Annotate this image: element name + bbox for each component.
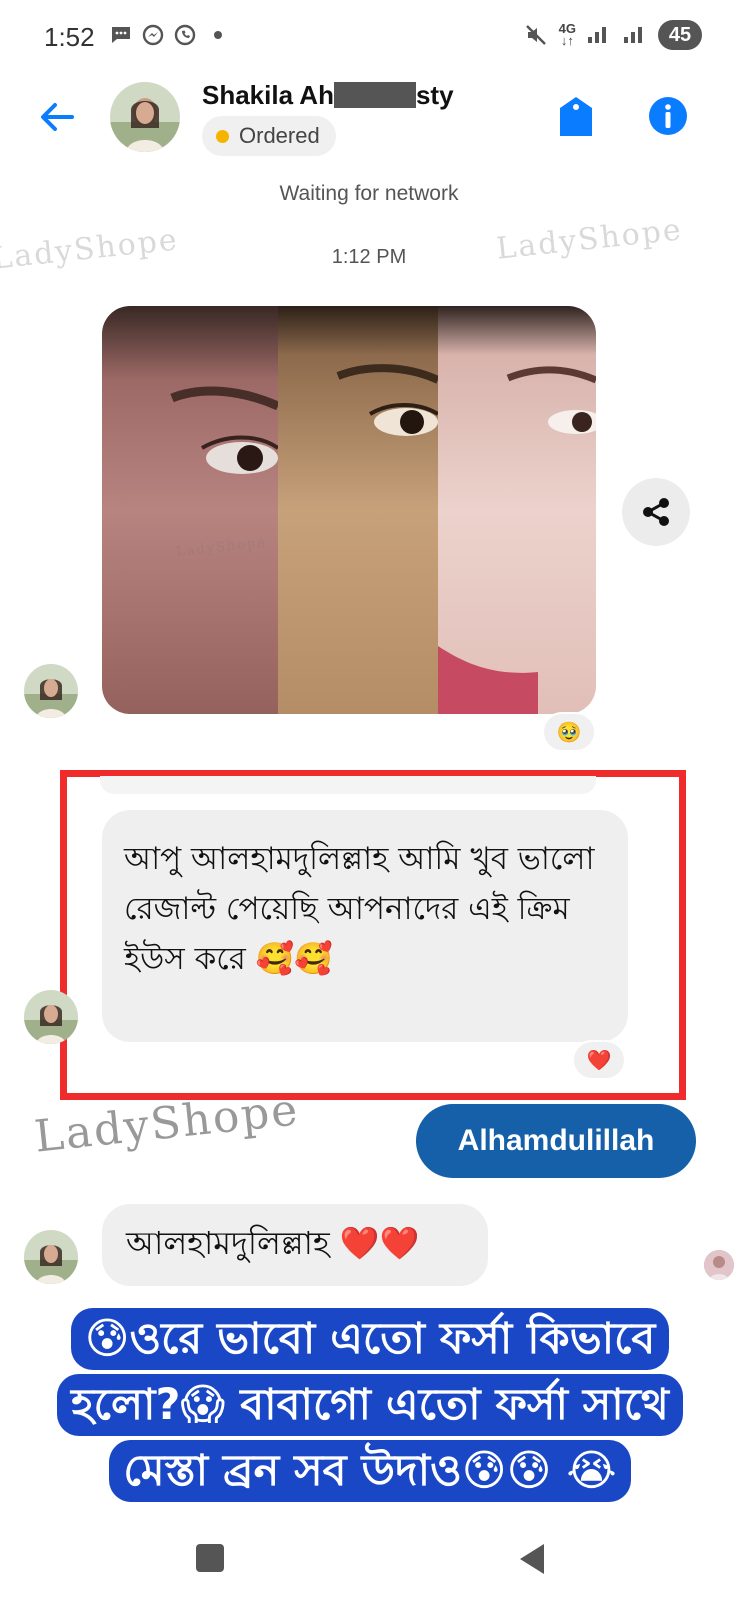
signal-icon bbox=[586, 21, 612, 50]
system-icons: 4G ↓↑ 45 bbox=[523, 20, 702, 50]
received-message-bubble[interactable]: আপু আলহামদুলিল্লাহ আমি খুব ভালো রেজাল্ট … bbox=[102, 810, 628, 1042]
recent-apps-button[interactable] bbox=[196, 1544, 224, 1572]
sender-avatar[interactable] bbox=[24, 1230, 78, 1284]
status-dot-icon bbox=[216, 129, 229, 143]
redaction-block bbox=[333, 82, 416, 108]
tag-icon bbox=[560, 97, 592, 136]
signal-icon bbox=[622, 21, 648, 50]
photo-panel-after bbox=[438, 306, 596, 714]
info-icon bbox=[649, 97, 687, 135]
more-notifications-dot bbox=[214, 31, 222, 39]
previous-message-edge bbox=[100, 776, 596, 794]
sender-avatar[interactable] bbox=[24, 664, 78, 718]
mute-icon bbox=[523, 22, 549, 48]
promo-caption: 😰ওরে ভাবো এতো ফর্সা কিভাবে হলো?😱 বাবাগো … bbox=[32, 1306, 708, 1504]
battery-indicator: 45 bbox=[658, 20, 702, 50]
chat-header: Shakila Ah sty Ordered bbox=[0, 80, 738, 170]
tag-button[interactable] bbox=[556, 94, 596, 140]
sender-avatar[interactable] bbox=[24, 990, 78, 1044]
nav-back-button[interactable] bbox=[520, 1544, 544, 1574]
status-time: 1:52 bbox=[44, 22, 95, 52]
contact-name[interactable]: Shakila Ah sty bbox=[202, 80, 454, 111]
arrow-left-icon bbox=[41, 103, 74, 131]
whatsapp-icon bbox=[172, 22, 198, 48]
info-button[interactable] bbox=[648, 96, 688, 136]
share-button[interactable] bbox=[622, 478, 690, 546]
notification-icons bbox=[108, 22, 222, 48]
message-timestamp: 1:12 PM bbox=[331, 246, 407, 268]
back-button[interactable] bbox=[34, 94, 80, 140]
pleading-face-icon: 🥹 bbox=[556, 721, 582, 744]
share-icon bbox=[643, 498, 669, 526]
order-status-label: Ordered bbox=[239, 123, 320, 148]
network-notice: Waiting for network bbox=[279, 182, 459, 205]
photo-reaction[interactable]: 🥹 bbox=[542, 712, 596, 752]
shared-photo[interactable] bbox=[102, 306, 596, 714]
heart-icon: ❤️ bbox=[586, 1049, 612, 1072]
status-bar: 1:52 4G ↓↑ 45 bbox=[0, 0, 738, 80]
message-reaction[interactable]: ❤️ bbox=[572, 1040, 626, 1080]
order-status-badge[interactable]: Ordered bbox=[202, 116, 336, 156]
chat-bubble-icon bbox=[108, 22, 134, 48]
photo-panel-before bbox=[102, 306, 280, 714]
received-message-bubble[interactable]: আলহামদুলিল্লাহ ❤️❤️ bbox=[102, 1204, 488, 1286]
photo-panel-middle bbox=[278, 306, 440, 714]
messenger-icon bbox=[140, 22, 166, 48]
seen-indicator-avatar bbox=[704, 1250, 734, 1280]
contact-avatar[interactable] bbox=[110, 82, 180, 152]
network-type: 4G ↓↑ bbox=[558, 21, 576, 48]
sent-message-bubble[interactable]: Alhamdulillah bbox=[416, 1104, 696, 1178]
